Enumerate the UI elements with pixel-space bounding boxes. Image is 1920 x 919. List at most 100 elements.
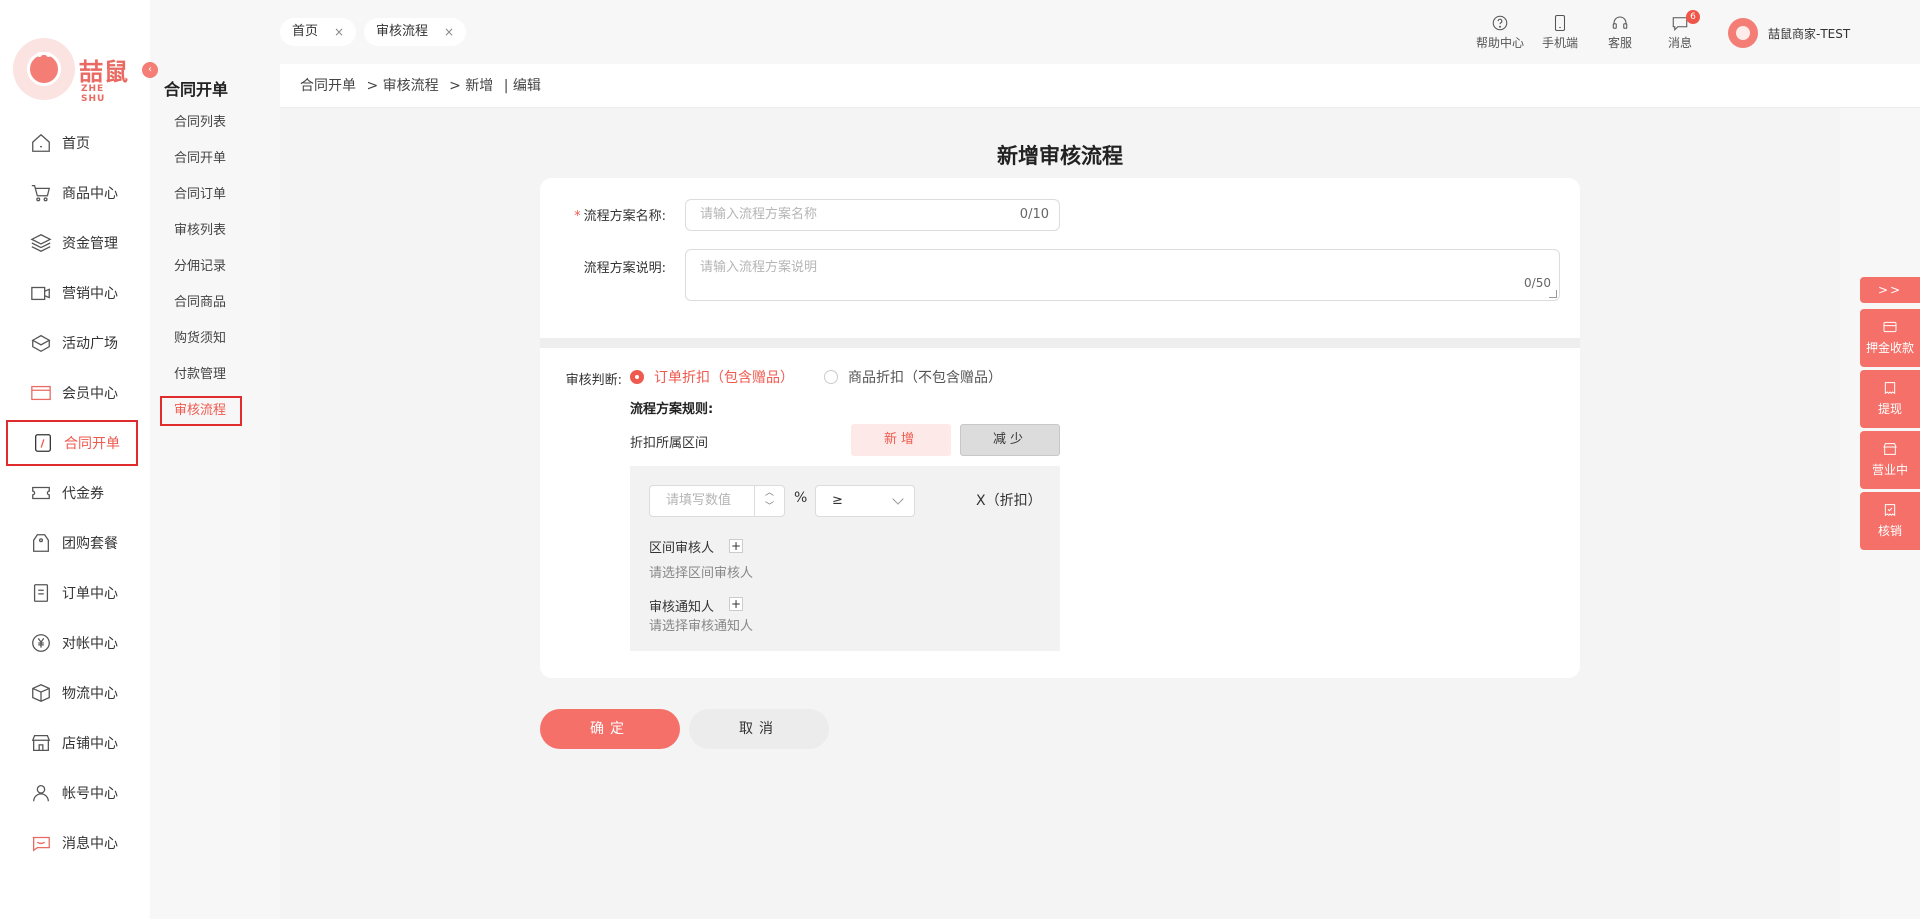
radio-label: 订单折扣（包含赠品） — [654, 370, 794, 386]
subnav-item-purchase-notice[interactable]: 购货须知 — [160, 324, 242, 354]
notifier-label: 审核通知人 — [649, 600, 715, 615]
float-deposit-button[interactable]: 押金收款 — [1860, 309, 1920, 367]
add-range-button[interactable]: 新增 — [851, 424, 951, 456]
flow-name-placeholder: 请输入流程方案名称 — [700, 207, 818, 222]
nav-label: 活动广场 — [62, 336, 118, 352]
messages-button[interactable]: 6 消息 — [1650, 10, 1710, 51]
nav-item-orders[interactable]: 订单中心 — [6, 570, 138, 616]
nav-label: 营销中心 — [62, 286, 118, 302]
user-icon — [30, 782, 52, 804]
resize-handle-icon[interactable] — [1549, 290, 1557, 298]
withdraw-icon — [1884, 382, 1896, 395]
tab-label: 审核流程 — [376, 24, 429, 39]
range-label: 折扣所属区间 — [630, 436, 709, 451]
add-approver-icon[interactable]: + — [729, 539, 743, 553]
flow-desc-label: 流程方案说明: — [583, 261, 666, 276]
sidebar-collapse-button[interactable]: ‹ — [142, 62, 158, 78]
rules-label: 流程方案规则: — [630, 402, 714, 417]
ticket-icon — [30, 482, 52, 504]
vip-icon — [30, 382, 52, 404]
float-open-status-button[interactable]: 营业中 — [1860, 431, 1920, 489]
add-notifier-icon[interactable]: + — [729, 597, 743, 611]
nav-item-funds[interactable]: 资金管理 — [6, 220, 138, 266]
nav-item-reconcile[interactable]: 对帐中心 — [6, 620, 138, 666]
cancel-button[interactable]: 取消 — [689, 709, 829, 749]
notifier-hint[interactable]: 请选择审核通知人 — [649, 615, 753, 634]
reduce-range-button[interactable]: 减少 — [960, 424, 1060, 456]
tool-label: 手机端 — [1541, 36, 1578, 50]
subnav-item-payment[interactable]: 付款管理 — [160, 360, 242, 390]
discount-x-label: X（折扣） — [976, 493, 1042, 509]
subnav-item-contract-list[interactable]: 合同列表 — [160, 108, 242, 138]
nav-item-voucher[interactable]: 代金券 — [6, 470, 138, 516]
nav-label: 团购套餐 — [62, 536, 118, 552]
sub-sidebar-title: 合同开单 — [164, 80, 229, 99]
flow-desc-char-count: 0/50 — [1524, 276, 1551, 290]
nav-item-account[interactable]: 帐号中心 — [6, 770, 138, 816]
nav-item-marketing[interactable]: 营销中心 — [6, 270, 138, 316]
message-count-badge: 6 — [1686, 10, 1700, 24]
nav-item-groupbuy[interactable]: 团购套餐 — [6, 520, 138, 566]
float-verify-button[interactable]: 核销 — [1860, 492, 1920, 550]
operator-select[interactable]: ≥ — [815, 485, 915, 517]
discount-value-placeholder: 请填写数值 — [666, 493, 732, 508]
verify-icon — [1884, 504, 1896, 517]
flow-name-input[interactable]: 请输入流程方案名称 0/10 — [685, 199, 1060, 231]
required-mark: * — [574, 209, 581, 224]
subnav-item-commission[interactable]: 分佣记录 — [160, 252, 242, 282]
subnav-item-review-list[interactable]: 审核列表 — [160, 216, 242, 246]
nav-label: 会员中心 — [62, 386, 118, 402]
float-label: 提现 — [1877, 402, 1902, 416]
subnav-item-contract-create[interactable]: 合同开单 — [160, 144, 242, 174]
radio-order-discount[interactable]: 订单折扣（包含赠品） — [630, 367, 794, 387]
discount-value-input[interactable]: 请填写数值 ︿ ﹀ — [649, 485, 785, 517]
tab-review-flow[interactable]: 审核流程 × — [364, 18, 467, 46]
shop-icon — [1883, 443, 1897, 455]
customer-service-button[interactable]: 客服 — [1590, 14, 1650, 51]
confirm-button[interactable]: 确定 — [540, 709, 680, 749]
yen-icon — [30, 632, 52, 654]
brand-name-en: ZHE SHU — [81, 84, 106, 104]
float-panel-toggle[interactable]: >> — [1860, 277, 1920, 303]
user-name: 喆鼠商家-TEST — [1768, 26, 1851, 41]
flow-name-label: * 流程方案名称: — [560, 205, 666, 224]
tab-home[interactable]: 首页 × — [280, 18, 357, 46]
chevron-down-icon[interactable]: ﹀ — [755, 500, 784, 514]
nav-item-store[interactable]: 店铺中心 — [6, 720, 138, 766]
chevron-down-icon — [892, 493, 904, 505]
chevron-up-icon[interactable]: ︿ — [755, 486, 784, 500]
nav-item-member[interactable]: 会员中心 — [6, 370, 138, 416]
approver-hint[interactable]: 请选择区间审核人 — [649, 562, 753, 581]
subnav-item-review-flow[interactable]: 审核流程 — [160, 396, 242, 426]
page-title: 新增审核流程 — [997, 144, 1123, 168]
nav-label: 首页 — [62, 136, 90, 152]
breadcrumb-item[interactable]: > 审核流程 — [366, 78, 438, 94]
nav-item-goods[interactable]: 商品中心 — [6, 170, 138, 216]
close-icon[interactable]: × — [334, 18, 344, 46]
box-icon — [30, 332, 52, 354]
radio-goods-discount[interactable]: 商品折扣（不包含赠品） — [824, 367, 1002, 387]
radio-unchecked-icon — [824, 370, 838, 384]
nav-item-logistics[interactable]: 物流中心 — [6, 670, 138, 716]
number-stepper[interactable]: ︿ ﹀ — [754, 486, 784, 516]
message-icon — [30, 832, 52, 854]
tag-icon — [30, 532, 52, 554]
flow-desc-textarea[interactable]: 请输入流程方案说明 0/50 — [685, 249, 1560, 301]
avatar — [1728, 18, 1758, 48]
subnav-item-contract-orders[interactable]: 合同订单 — [160, 180, 242, 210]
float-label: 押金收款 — [1865, 341, 1914, 355]
mobile-button[interactable]: 手机端 — [1530, 14, 1590, 51]
subnav-item-contract-goods[interactable]: 合同商品 — [160, 288, 242, 318]
close-icon[interactable]: × — [444, 18, 454, 46]
nav-item-contract[interactable]: 合同开单 — [6, 420, 138, 466]
tab-label: 首页 — [292, 24, 319, 39]
nav-item-messages[interactable]: 消息中心 — [6, 820, 138, 866]
help-center-button[interactable]: 帮助中心 — [1470, 14, 1530, 51]
flow-name-label-text: 流程方案名称: — [583, 209, 666, 224]
breadcrumb-item[interactable]: 合同开单 — [300, 78, 356, 94]
brand-logo[interactable]: 喆鼠 ZHE SHU — [13, 38, 131, 104]
nav-item-home[interactable]: 首页 — [6, 120, 138, 166]
nav-item-activity[interactable]: 活动广场 — [6, 320, 138, 366]
float-withdraw-button[interactable]: 提现 — [1860, 370, 1920, 428]
user-menu[interactable]: 喆鼠商家-TEST — [1728, 18, 1850, 48]
